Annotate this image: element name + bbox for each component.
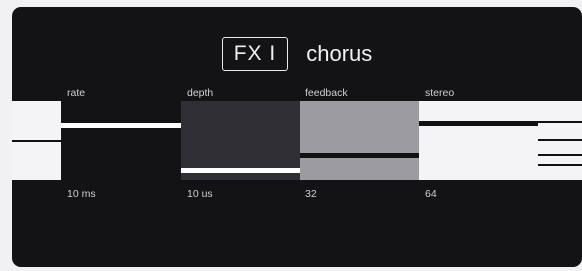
param-slider-rate[interactable] — [61, 101, 181, 180]
param-value-depth: 10 us — [187, 188, 213, 200]
param-value-rate: 10 ms — [67, 188, 96, 200]
rate-level-line — [61, 123, 181, 128]
left-edge-block — [12, 101, 61, 180]
fx-header: FX I chorus — [12, 35, 582, 73]
param-label-rate: rate — [67, 87, 86, 99]
param-slider-stereo[interactable] — [419, 101, 538, 180]
param-slider-depth[interactable] — [181, 101, 300, 180]
fx-slot-button[interactable]: FX I — [221, 37, 289, 71]
left-edge-line — [12, 140, 61, 142]
effect-name[interactable]: chorus — [306, 41, 372, 67]
param-slider-feedback[interactable] — [300, 101, 419, 180]
param-value-feedback: 32 — [305, 188, 317, 200]
right-edge-line — [538, 164, 582, 166]
fx-panel: FX I chorus rate 10 ms depth 10 us feedb… — [12, 7, 582, 267]
right-edge-line — [538, 139, 582, 141]
right-edge-block — [538, 101, 582, 180]
param-value-stereo: 64 — [425, 188, 437, 200]
right-edge-line — [538, 121, 582, 123]
stereo-level-line — [419, 121, 538, 126]
param-label-feedback: feedback — [305, 87, 348, 99]
feedback-level-line — [300, 153, 419, 158]
param-label-stereo: stereo — [425, 87, 455, 99]
depth-level-line — [181, 168, 300, 173]
right-edge-line — [538, 154, 582, 156]
param-label-depth: depth — [187, 87, 214, 99]
